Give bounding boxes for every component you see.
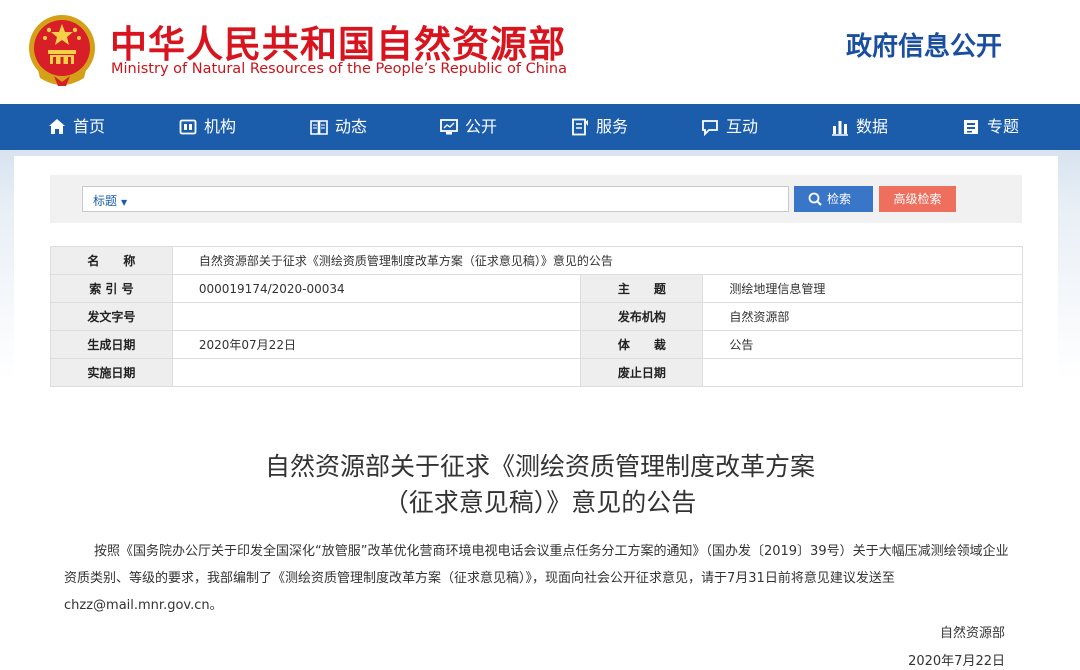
nav-item-label: 首页 [73, 117, 106, 136]
article-title-line1: 自然资源部关于征求《测绘资质管理制度改革方案 [264, 452, 815, 481]
nav-item-label: 动态 [335, 117, 368, 136]
site-title-en: Ministry of Natural Resources of the Peo… [111, 61, 568, 77]
org-icon [179, 119, 197, 135]
effective-date-label: 实施日期 [50, 358, 173, 387]
nav-item-label: 服务 [596, 117, 629, 136]
created-date-label: 生成日期 [50, 330, 173, 359]
search-field-select[interactable]: 标题 ▼ [93, 192, 127, 209]
site-header: 中华人民共和国自然资源部 Ministry of Natural Resourc… [0, 0, 1080, 104]
created-date-value: 2020年07月22日 [171, 330, 582, 359]
nav-item-label: 专题 [987, 117, 1020, 136]
search-input[interactable]: 标题 ▼ [82, 186, 789, 212]
topic-label: 主 题 [580, 274, 704, 303]
expire-date-label: 废止日期 [580, 358, 704, 387]
doc-number-label: 发文字号 [50, 302, 173, 331]
table-row: 发文字号 发布机构 自然资源部 [50, 302, 1023, 331]
table-row: 名 称 自然资源部关于征求《测绘资质管理制度改革方案（征求意见稿）》意见的公告 [50, 246, 1024, 275]
chart-icon [832, 121, 848, 136]
article-signature: 自然资源部 [939, 626, 1005, 641]
table-row: 索 引 号 000019174/2020-00034 主 题 测绘地理信息管理 [50, 274, 1023, 303]
nav-item-label: 互动 [726, 117, 759, 136]
nav-item-label: 公开 [465, 117, 498, 136]
news-icon [310, 120, 328, 135]
article-title-line2: （征求意见稿）》意见的公告 [383, 488, 697, 517]
main-nav: 首页 机构 动态 公开 服务 互动 数据 专题 [0, 104, 1080, 150]
advanced-search-button[interactable]: 高级检索 [879, 186, 956, 212]
document-info-table: 名 称 自然资源部关于征求《测绘资质管理制度改革方案（征求意见稿）》意见的公告 … [50, 246, 1024, 387]
site-title-cn[interactable]: 中华人民共和国自然资源部 [110, 14, 566, 68]
search-button[interactable]: 检索 [794, 186, 873, 212]
monitor-icon [440, 119, 458, 135]
nav-item-label: 机构 [204, 117, 237, 136]
effective-date-value [171, 358, 582, 387]
chevron-down-icon: ▼ [121, 198, 128, 207]
service-icon [572, 118, 588, 136]
national-emblem-icon[interactable] [26, 10, 98, 90]
doc-number-value [171, 302, 582, 331]
name-value: 自然资源部关于征求《测绘资质管理制度改革方案（征求意见稿）》意见的公告 [171, 246, 1024, 275]
article-title: 自然资源部关于征求《测绘资质管理制度改革方案 （征求意见稿）》意见的公告 [140, 449, 940, 521]
article-date: 2020年7月22日 [908, 654, 1005, 669]
index-label: 索 引 号 [50, 274, 173, 303]
topic-icon [964, 120, 978, 134]
expire-date-value [702, 358, 1023, 387]
gov-info-open-title[interactable]: 政府信息公开 [846, 26, 1002, 63]
topic-value: 测绘地理信息管理 [702, 274, 1023, 303]
search-button-label: 检索 [827, 192, 852, 206]
search-icon [808, 192, 822, 206]
publisher-value: 自然资源部 [702, 302, 1023, 331]
chat-icon [702, 120, 718, 136]
article-body: 按照《国务院办公厅关于印发全国深化“放管服”改革优化营商环境电视电话会议重点任务… [64, 544, 1009, 613]
name-label: 名 称 [50, 246, 173, 275]
publisher-label: 发布机构 [580, 302, 704, 331]
genre-value: 公告 [702, 330, 1023, 359]
table-row: 实施日期 废止日期 [50, 358, 1023, 387]
index-value: 000019174/2020-00034 [171, 274, 582, 303]
genre-label: 体 裁 [580, 330, 704, 359]
home-icon [49, 119, 65, 134]
nav-item-label: 数据 [856, 117, 889, 136]
table-row: 生成日期 2020年07月22日 体 裁 公告 [50, 330, 1023, 359]
search-field-select-label: 标题 [93, 194, 118, 208]
